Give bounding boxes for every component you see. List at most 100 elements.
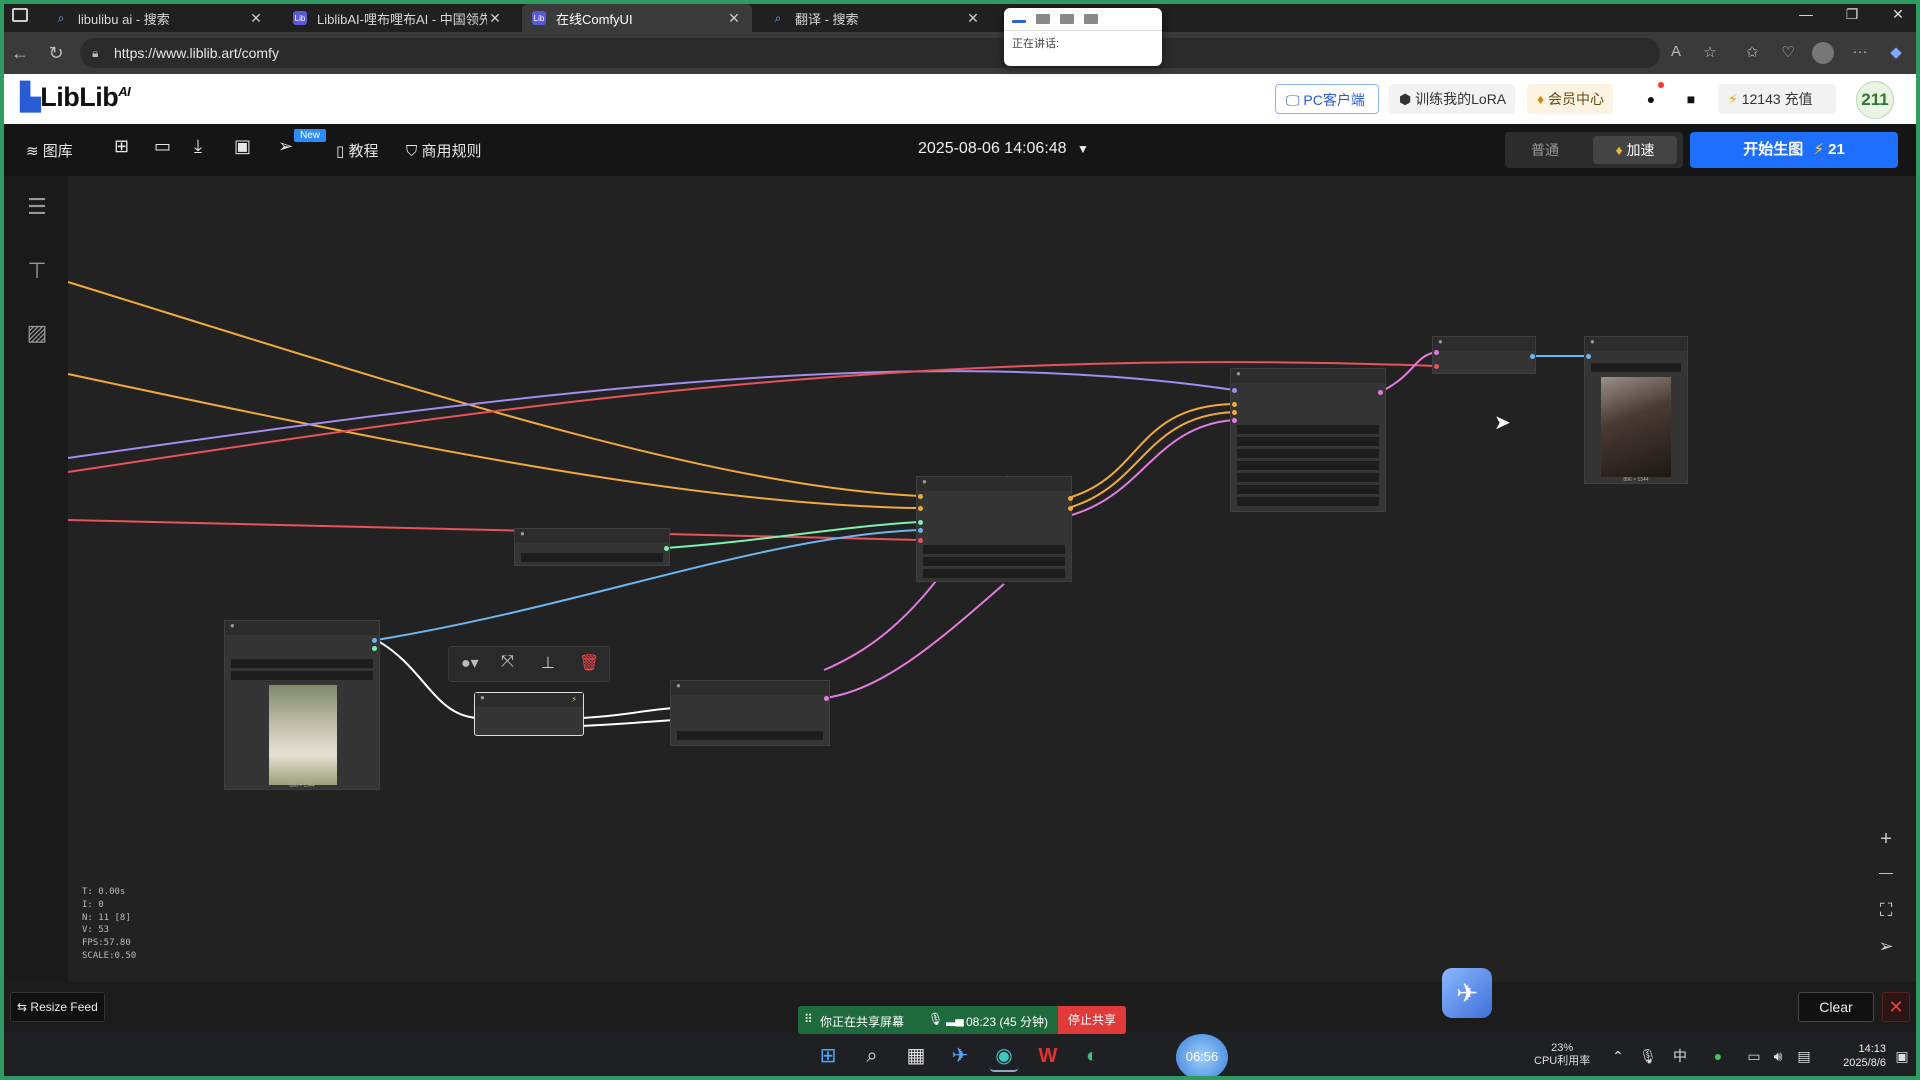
more-menu-icon[interactable]: ··· xyxy=(1848,43,1872,60)
node-widget[interactable] xyxy=(923,545,1065,554)
collapse-dot-icon[interactable]: ● xyxy=(1438,337,1443,346)
messages-button[interactable]: ● xyxy=(1636,82,1666,114)
node-widget[interactable] xyxy=(1591,363,1681,372)
input-port[interactable] xyxy=(918,494,923,499)
widgets-app-icon[interactable]: ▦ xyxy=(902,1042,930,1070)
node-header[interactable]: ● xyxy=(917,477,1071,491)
feishu-app-icon[interactable]: ✈ xyxy=(946,1042,974,1070)
collapse-dot-icon[interactable]: ● xyxy=(676,681,681,690)
close-tab-icon[interactable]: ✕ xyxy=(248,10,264,27)
input-port[interactable] xyxy=(918,528,923,533)
network-icon[interactable]: ▤ xyxy=(1790,1042,1818,1070)
clock[interactable]: 14:13 2025/8/6 xyxy=(1826,1042,1886,1070)
node-widget[interactable] xyxy=(677,731,823,740)
new-workflow-icon[interactable]: ⊞ xyxy=(114,136,129,157)
locate-icon[interactable]: ➢ xyxy=(1872,936,1900,957)
node-selected-small[interactable]: ● ⚡ xyxy=(474,692,584,736)
clear-button[interactable]: Clear xyxy=(1798,992,1874,1022)
delete-icon[interactable]: 🗑︎ xyxy=(579,653,599,673)
timer-bubble[interactable]: 06:56 xyxy=(1176,1034,1228,1080)
start-generate-button[interactable]: 开始生图 ⚡ 21 xyxy=(1690,132,1898,168)
cpu-usage[interactable]: 23% CPU利用率 xyxy=(1534,1042,1590,1068)
lock-icon[interactable]: 🔒︎ xyxy=(92,38,98,68)
node-library-icon[interactable]: ☰ xyxy=(24,194,50,220)
node-widget[interactable] xyxy=(1237,437,1379,446)
download-icon[interactable]: ⤓ xyxy=(194,136,202,157)
close-tab-icon[interactable]: ✕ xyxy=(487,10,503,27)
back-icon[interactable]: ← xyxy=(8,42,32,64)
mic-off-icon[interactable]: 🎙︎ xyxy=(928,1012,943,1026)
liblib-logo[interactable]: ▙LibLibAI xyxy=(20,82,131,113)
input-port[interactable] xyxy=(1434,350,1439,355)
save-icon[interactable]: ▣ xyxy=(234,136,251,157)
taskbar-search-icon[interactable]: ⌕ xyxy=(858,1042,886,1070)
restore-icon[interactable]: ❐ xyxy=(1832,6,1872,23)
node-widget[interactable] xyxy=(1237,473,1379,482)
node-small-a[interactable]: ● xyxy=(514,528,670,566)
browser-tab-liblib[interactable]: Lib LiblibAI-哩布哩布AI - 中国领先的 ✕ xyxy=(283,4,513,32)
assistant-bird-icon[interactable]: ✈ xyxy=(1442,968,1492,1018)
tray-mic-icon[interactable]: 🎙︎ xyxy=(1634,1042,1662,1070)
node-widget[interactable] xyxy=(923,569,1065,578)
node-resize[interactable]: ● xyxy=(670,680,830,746)
output-port[interactable] xyxy=(1378,390,1383,395)
wps-app-icon[interactable]: W xyxy=(1034,1042,1062,1070)
workflow-tree-icon[interactable]: ⊤ xyxy=(24,258,50,284)
browser-essentials-icon[interactable]: ♡ xyxy=(1776,43,1800,61)
node-header[interactable]: ● xyxy=(515,529,669,543)
close-panel-icon[interactable]: ✕ xyxy=(1882,992,1910,1022)
node-header[interactable]: ● xyxy=(225,621,379,635)
zoom-out-button[interactable]: — xyxy=(1872,864,1900,880)
windows-start-icon[interactable]: ⊞ xyxy=(814,1042,842,1070)
input-port[interactable] xyxy=(1232,418,1237,423)
input-port[interactable] xyxy=(1232,410,1237,415)
refresh-icon[interactable]: ↻ xyxy=(44,42,68,64)
collapse-dot-icon[interactable]: ● xyxy=(520,529,525,538)
node-widget[interactable] xyxy=(1237,497,1379,506)
edge-dev-icon[interactable]: ◐ xyxy=(1078,1042,1106,1070)
minimize-icon[interactable]: — xyxy=(1786,6,1826,22)
fit-view-icon[interactable]: ⛶ xyxy=(1872,900,1900,921)
output-port[interactable] xyxy=(824,696,829,701)
layout-split-icon[interactable] xyxy=(1060,14,1074,24)
collapse-dot-icon[interactable]: ● xyxy=(230,621,235,630)
node-widget[interactable] xyxy=(923,557,1065,566)
color-picker-icon[interactable]: ●▾ xyxy=(461,653,479,673)
input-port[interactable] xyxy=(1586,354,1591,359)
browser-tab-translate[interactable]: ⌕ 翻译 - 搜索 ✕ xyxy=(761,4,991,32)
zoom-in-button[interactable]: + xyxy=(1872,828,1900,851)
input-port[interactable] xyxy=(1232,388,1237,393)
input-port[interactable] xyxy=(918,520,923,525)
user-avatar[interactable]: 211 xyxy=(1856,81,1894,119)
output-port[interactable] xyxy=(1068,496,1073,501)
close-tab-icon[interactable]: ✕ xyxy=(726,10,742,27)
copilot-icon[interactable]: ◆ xyxy=(1884,43,1908,61)
profile-avatar-icon[interactable] xyxy=(1812,42,1834,64)
close-window-icon[interactable]: ✕ xyxy=(1878,6,1918,23)
input-port[interactable] xyxy=(1232,402,1237,407)
node-load-image[interactable]: ● 896 × 1344 xyxy=(224,620,380,790)
mode-normal-option[interactable]: 普通 xyxy=(1515,140,1575,160)
input-port[interactable] xyxy=(918,506,923,511)
node-widget[interactable] xyxy=(1237,461,1379,470)
close-tab-icon[interactable]: ✕ xyxy=(965,10,981,27)
browser-tab-search[interactable]: ⌕ libulibu ai - 搜索 ✕ xyxy=(44,4,274,32)
notification-icon[interactable]: ▣ xyxy=(1888,1042,1916,1070)
stop-share-button[interactable]: 停止共享 xyxy=(1058,1006,1126,1034)
output-port[interactable] xyxy=(372,638,377,643)
node-preview-image[interactable]: ● 896 × 1344 xyxy=(1584,336,1688,484)
tray-chevron-icon[interactable]: ⌃ xyxy=(1604,1042,1632,1070)
drag-handle-icon[interactable]: ⠿ xyxy=(804,1012,813,1026)
layout-grid-icon[interactable] xyxy=(1084,14,1098,24)
image-gallery-icon[interactable]: ▨ xyxy=(24,320,50,346)
edge-browser-icon[interactable]: ◉ xyxy=(990,1042,1018,1072)
output-port[interactable] xyxy=(372,646,377,651)
node-vae-decode[interactable]: ● xyxy=(1432,336,1536,374)
node-header[interactable]: ● xyxy=(1585,337,1687,351)
output-port[interactable] xyxy=(1068,506,1073,511)
tutorial-button[interactable]: ▯ 教程 xyxy=(336,140,378,161)
node-widget[interactable] xyxy=(231,671,373,680)
node-header[interactable]: ● xyxy=(475,693,583,707)
collapse-dot-icon[interactable]: ● xyxy=(922,477,927,486)
pc-client-button[interactable]: 🖵︎ PC客户端 xyxy=(1275,84,1379,114)
